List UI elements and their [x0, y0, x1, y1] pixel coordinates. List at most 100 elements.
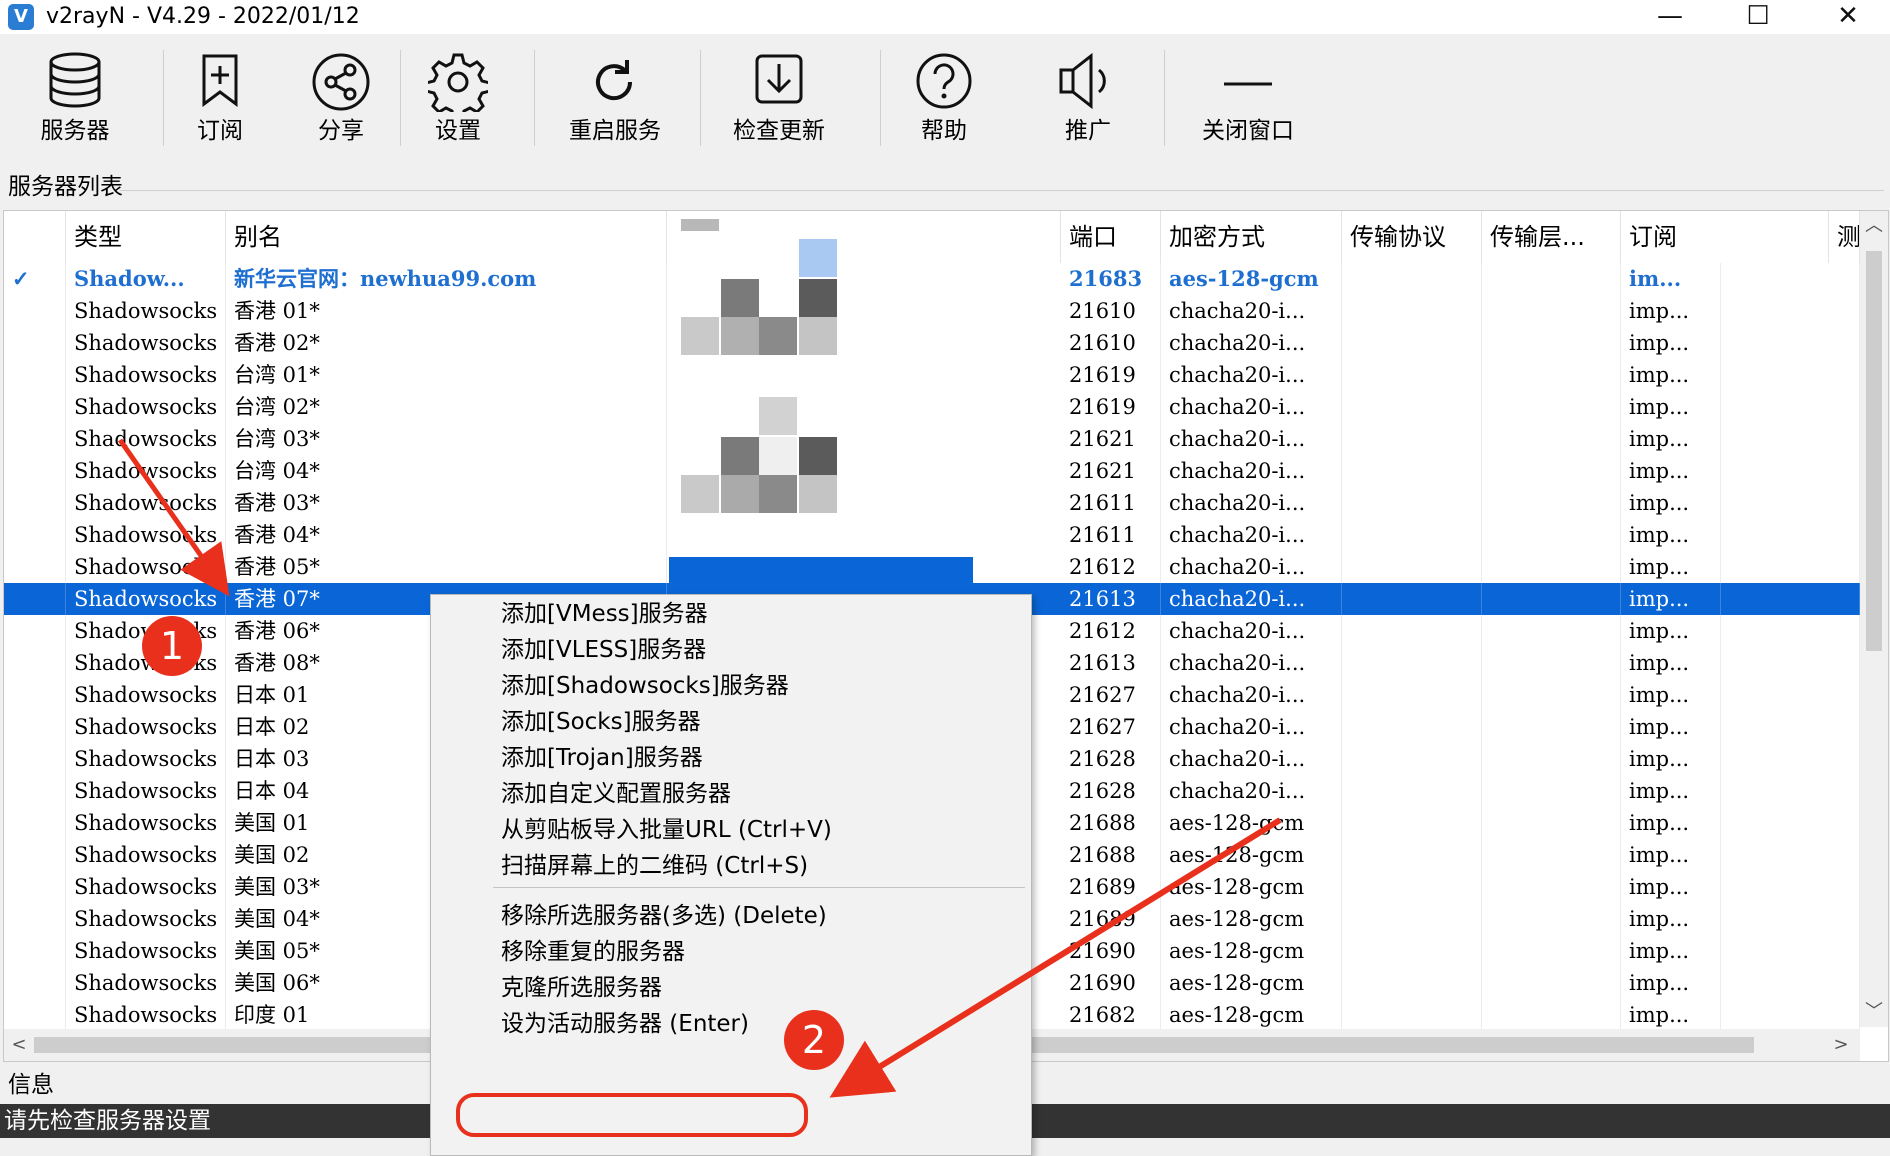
context-menu: 添加[VMess]服务器 添加[VLESS]服务器添加[Shadowsocks]服… — [430, 594, 1032, 1156]
cell-check — [4, 807, 66, 839]
cell-test — [1721, 391, 1860, 423]
cell-transport — [1342, 423, 1482, 455]
v2rayn-app-icon: V — [8, 4, 34, 30]
cell-type: Shadowsocks — [66, 679, 226, 711]
cell-layer — [1482, 967, 1621, 999]
cell-port: 21613 — [1061, 583, 1161, 615]
subscribe-button[interactable]: 订阅 — [180, 52, 260, 152]
cell-test — [1721, 263, 1860, 295]
cell-port: 21619 — [1061, 391, 1161, 423]
cell-port: 21621 — [1061, 455, 1161, 487]
menu-item-add-socks-server[interactable]: 添加[Socks]服务器 — [501, 707, 701, 737]
cell-sub: imp... — [1621, 711, 1721, 743]
column-header-type[interactable]: 类型 — [66, 211, 226, 263]
vertical-scrollbar[interactable]: ︿ ﹀ — [1860, 211, 1888, 1027]
menu-item-add-vmess-server[interactable]: 添加[VMess]服务器 — [501, 599, 708, 629]
cell-layer — [1482, 903, 1621, 935]
menu-item-add-vless-server[interactable]: 添加[VLESS]服务器 — [501, 635, 706, 665]
scroll-right-icon[interactable]: > — [1826, 1029, 1856, 1061]
cell-encrypt: chacha20-i... — [1161, 295, 1342, 327]
info-label: 信息 — [8, 1072, 54, 1098]
cell-port: 21610 — [1061, 295, 1161, 327]
cell-transport — [1342, 519, 1482, 551]
cell-type: Shadowsocks — [66, 967, 226, 999]
cell-check — [4, 743, 66, 775]
scroll-up-icon[interactable]: ︿ — [1860, 211, 1888, 241]
settings-button[interactable]: 设置 — [418, 52, 498, 152]
column-header-encrypt[interactable]: 加密方式 — [1161, 211, 1342, 263]
promote-button[interactable]: 推广 — [1052, 52, 1124, 152]
cell-sub: imp... — [1621, 423, 1721, 455]
cell-check — [4, 679, 66, 711]
share-button[interactable]: 分享 — [300, 52, 382, 152]
cell-encrypt: aes-128-gcm — [1161, 967, 1342, 999]
cell-check — [4, 551, 66, 583]
cell-encrypt: chacha20-i... — [1161, 455, 1342, 487]
cell-check — [4, 775, 66, 807]
cell-layer — [1482, 743, 1621, 775]
cell-check — [4, 487, 66, 519]
cell-type: Shadowsocks — [66, 775, 226, 807]
cell-transport — [1342, 903, 1482, 935]
maximize-button[interactable]: ☐ — [1722, 0, 1794, 34]
column-header-check[interactable] — [4, 211, 66, 263]
share-label: 分享 — [318, 118, 364, 144]
menu-item-clone-selected-server[interactable]: 克隆所选服务器 — [501, 973, 662, 1003]
cell-check: ✓ — [4, 263, 66, 295]
cell-check — [4, 327, 66, 359]
cell-test — [1721, 967, 1860, 999]
cell-test — [1721, 647, 1860, 679]
cell-sub: imp... — [1621, 647, 1721, 679]
menu-item-add-trojan-server[interactable]: 添加[Trojan]服务器 — [501, 743, 703, 773]
vertical-scroll-thumb[interactable] — [1866, 251, 1882, 651]
cell-sub: imp... — [1621, 743, 1721, 775]
column-header-port[interactable]: 端口 — [1061, 211, 1161, 263]
check-update-button[interactable]: 检查更新 — [720, 52, 838, 152]
scroll-down-icon[interactable]: ﹀ — [1860, 997, 1888, 1027]
cell-sub: imp... — [1621, 295, 1721, 327]
cell-transport — [1342, 455, 1482, 487]
menu-item-remove-duplicate-servers[interactable]: 移除重复的服务器 — [501, 937, 685, 967]
cell-test — [1721, 775, 1860, 807]
cell-transport — [1342, 807, 1482, 839]
cell-layer — [1482, 935, 1621, 967]
close-button[interactable]: ✕ — [1812, 0, 1884, 34]
column-header-sub[interactable]: 订阅 — [1621, 211, 1829, 263]
cell-transport — [1342, 871, 1482, 903]
menu-item-add-custom-config-server[interactable]: 添加自定义配置服务器 — [501, 779, 731, 809]
cell-test — [1721, 807, 1860, 839]
cell-type: Shadowsocks — [66, 711, 226, 743]
cell-test — [1721, 487, 1860, 519]
restart-service-button[interactable]: 重启服务 — [556, 52, 674, 152]
cell-layer — [1482, 391, 1621, 423]
menu-item-scan-qr-code-on-screen[interactable]: 扫描屏幕上的二维码 (Ctrl+S) — [501, 851, 808, 881]
cell-check — [4, 295, 66, 327]
menu-item-remove-selected-servers[interactable]: 移除所选服务器(多选) (Delete) — [501, 901, 827, 931]
cell-test — [1721, 455, 1860, 487]
toolbar-separator — [700, 50, 701, 146]
column-header-test[interactable]: 测试 — [1829, 211, 1860, 263]
cell-type: Shadow... — [66, 263, 226, 295]
minimize-button[interactable]: — — [1634, 0, 1706, 34]
cell-encrypt: chacha20-i... — [1161, 359, 1342, 391]
column-header-transport[interactable]: 传输协议 — [1342, 211, 1482, 263]
column-header-alias[interactable]: 别名 — [226, 211, 667, 263]
server-list-divider — [120, 190, 1884, 191]
cell-sub: imp... — [1621, 583, 1721, 615]
cell-encrypt: chacha20-i... — [1161, 615, 1342, 647]
close-window-button[interactable]: 关闭窗口 — [1188, 52, 1308, 152]
scroll-left-icon[interactable]: < — [4, 1029, 34, 1061]
servers-button[interactable]: 服务器 — [20, 52, 130, 152]
column-header-layer[interactable]: 传输层... — [1482, 211, 1621, 263]
menu-item-set-as-active-server[interactable]: 设为活动服务器 (Enter) — [501, 1009, 749, 1039]
menu-item-import-bulk-url-from-clipboard[interactable]: 从剪贴板导入批量URL (Ctrl+V) — [501, 815, 832, 845]
cell-check — [4, 423, 66, 455]
menu-item-add-shadowsocks-server[interactable]: 添加[Shadowsocks]服务器 — [501, 671, 789, 701]
cell-port: 21627 — [1061, 711, 1161, 743]
cell-check — [4, 359, 66, 391]
help-button[interactable]: 帮助 — [900, 52, 988, 152]
cell-type: Shadowsocks — [66, 391, 226, 423]
cell-transport — [1342, 295, 1482, 327]
cell-port: 21627 — [1061, 679, 1161, 711]
cell-encrypt: aes-128-gcm — [1161, 807, 1342, 839]
